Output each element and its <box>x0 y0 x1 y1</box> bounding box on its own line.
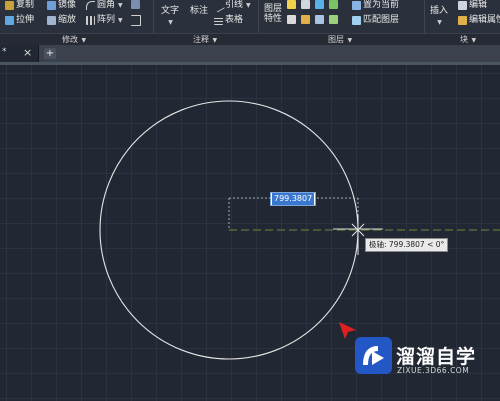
watermark-logo-icon <box>355 337 392 374</box>
dynamic-input-value[interactable]: 799.3807 <box>272 193 315 205</box>
crosshair-cursor-icon <box>351 215 365 255</box>
dynamic-input-field[interactable]: 799.3807 <box>270 192 316 206</box>
watermark-title: 溜溜自学 <box>396 346 477 368</box>
watermark: 溜溜自学 ZIXUE.3D66.COM <box>352 334 475 389</box>
polar-tooltip: 极轴: 799.3807 < 0° <box>365 238 449 252</box>
watermark-url: ZIXUE.3D66.COM <box>397 366 470 375</box>
